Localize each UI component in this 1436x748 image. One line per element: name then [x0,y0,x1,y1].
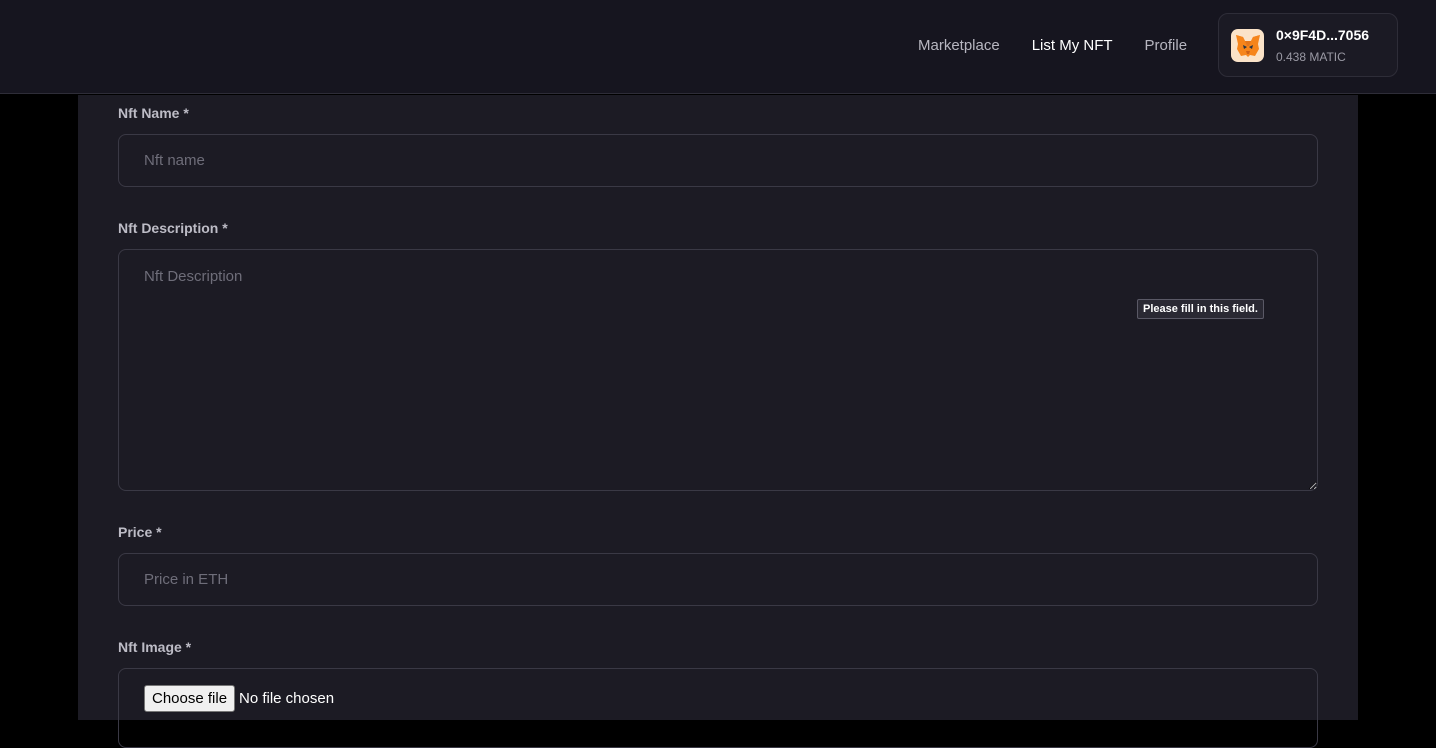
list-nft-form-panel: Nft Name * Nft Description * Please fill… [78,95,1358,748]
nav-profile-link[interactable]: Profile [1145,37,1188,54]
nft-description-label: Nft Description * [118,220,228,236]
nav-list-my-nft-link[interactable]: List My NFT [1032,37,1113,54]
nft-image-label: Nft Image * [118,639,192,655]
wallet-balance: 0.438 MATIC [1276,50,1346,64]
validation-tooltip: Please fill in this field. [1137,299,1264,319]
file-status-text: No file chosen [239,690,335,707]
main-nav: Marketplace List My NFT Profile [918,0,1219,90]
nft-description-textarea[interactable] [118,249,1318,491]
price-label: Price * [118,524,162,540]
nft-name-label: Nft Name * [118,105,189,121]
wallet-button[interactable]: 0×9F4D...7056 0.438 MATIC [1218,13,1398,77]
top-navigation-bar: Marketplace List My NFT Profile 0×9F4D..… [0,0,1436,94]
nav-marketplace-link[interactable]: Marketplace [918,37,1000,54]
nft-name-input[interactable] [118,134,1318,187]
choose-file-button[interactable]: Choose file [144,685,236,712]
nft-image-file-input[interactable]: Choose file No file chosen [118,668,1318,748]
wallet-address: 0×9F4D...7056 [1276,27,1370,43]
metamask-fox-icon [1231,29,1264,62]
price-input[interactable] [118,553,1318,606]
